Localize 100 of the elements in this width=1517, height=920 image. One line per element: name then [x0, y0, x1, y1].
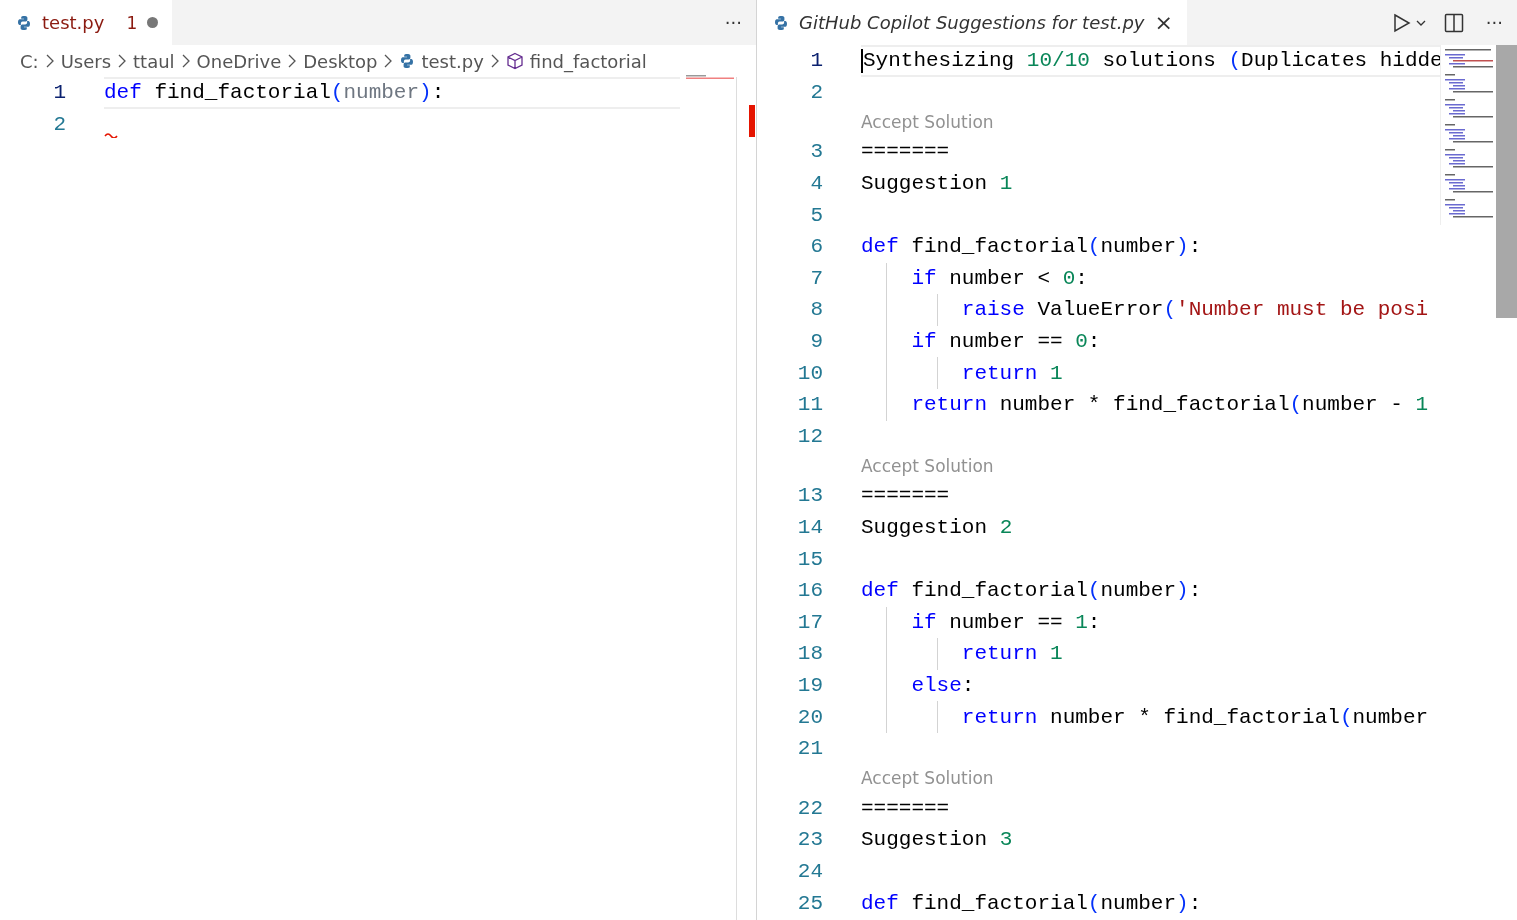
- code-token: if: [911, 610, 937, 634]
- code-token: 1: [999, 172, 1013, 196]
- line-number: 13: [796, 484, 823, 508]
- line-number: 4: [809, 172, 823, 196]
- code-token: number ==: [948, 610, 1064, 634]
- more-actions-button[interactable]: ···: [1471, 0, 1517, 45]
- line-number: 1: [52, 81, 66, 105]
- line-number: 9: [809, 330, 823, 354]
- code-token: 1: [1049, 642, 1063, 666]
- code-token: number <: [948, 266, 1052, 290]
- code-token: 2: [999, 516, 1013, 539]
- code-token: Synthesizing: [863, 49, 1016, 73]
- line-number: 17: [796, 610, 823, 634]
- editor-tab[interactable]: test.py 1: [0, 0, 173, 45]
- line-number: 18: [796, 642, 823, 666]
- code-token: (: [1339, 705, 1353, 729]
- breadcrumb-item[interactable]: test.py: [421, 50, 484, 72]
- code-token: number: [1100, 891, 1177, 915]
- line-number: 1: [809, 49, 823, 73]
- code-token: 'Number must be posi: [1176, 298, 1429, 322]
- code-token: (: [1087, 891, 1101, 915]
- code-token: ): [1176, 891, 1189, 915]
- code-token: number: [1100, 235, 1177, 259]
- code-token: number ==: [948, 330, 1064, 354]
- line-number: 8: [809, 298, 823, 322]
- split-editor-icon[interactable]: [1443, 12, 1464, 33]
- code-token: return: [961, 705, 1038, 729]
- python-icon: [773, 14, 789, 31]
- code-token: (: [1087, 235, 1101, 259]
- line-number: 3: [809, 140, 823, 164]
- code-token: number * find_factorial: [998, 393, 1290, 417]
- line-number: 12: [796, 424, 823, 448]
- text-cursor: [861, 48, 863, 73]
- code-token: 0: [1062, 266, 1076, 290]
- line-number: 7: [809, 266, 823, 290]
- cube-icon: [505, 52, 524, 70]
- code-token: 10/10: [1026, 49, 1090, 73]
- code-token: :: [1087, 610, 1101, 634]
- code-token: 1: [1415, 393, 1429, 417]
- code-token: :: [1188, 891, 1202, 915]
- scrollbar-thumb[interactable]: [1496, 45, 1517, 318]
- code-token: return: [911, 393, 988, 417]
- code-token: 1: [1075, 610, 1088, 634]
- code-token: find_factorial: [910, 579, 1088, 603]
- breadcrumb-item[interactable]: find_factorial: [529, 50, 647, 72]
- breadcrumb-item[interactable]: Desktop: [303, 50, 378, 72]
- line-number: 24: [796, 859, 823, 883]
- run-icon[interactable]: [1391, 12, 1428, 33]
- code-token: ): [1176, 579, 1189, 603]
- code-token: find_factorial: [910, 235, 1088, 259]
- code-token: ): [419, 81, 432, 105]
- code-token: :: [1087, 330, 1101, 354]
- code-token: return: [961, 361, 1038, 385]
- code-token: def: [104, 81, 142, 105]
- chevron-icon: [117, 54, 128, 68]
- code-token: def: [861, 235, 899, 259]
- code-token: (: [1087, 579, 1101, 603]
- line-number: 14: [796, 516, 823, 539]
- breadcrumb-item[interactable]: C:: [20, 50, 39, 72]
- code-token: ): [1176, 235, 1189, 259]
- code-token: ValueError: [1036, 298, 1164, 322]
- code-token: Duplicates hidde: [1241, 49, 1443, 73]
- line-number: 2: [52, 112, 66, 136]
- code-token: find_factorial: [910, 891, 1088, 915]
- code-token: =======: [861, 140, 950, 164]
- line-number: 19: [796, 674, 823, 697]
- chevron-icon: [287, 54, 298, 68]
- breadcrumb-item[interactable]: Users: [60, 50, 112, 72]
- code-token: number: [343, 81, 420, 105]
- code-token: Suggestion: [861, 828, 989, 852]
- line-number: 2: [809, 80, 823, 104]
- code-token: (: [1163, 298, 1177, 322]
- code-token: :: [961, 674, 975, 697]
- line-number: 16: [796, 579, 823, 603]
- line-number: 22: [796, 796, 823, 820]
- code-token: else: [911, 674, 962, 697]
- python-icon: [399, 53, 416, 69]
- code-token: number -: [1302, 393, 1404, 417]
- chevron-icon: [44, 54, 55, 68]
- code-token: =======: [861, 796, 950, 820]
- breadcrumb-item[interactable]: ttaul: [133, 50, 175, 72]
- line-number: 21: [796, 737, 823, 761]
- code-token: :: [1075, 266, 1088, 290]
- line-number: 15: [796, 547, 823, 571]
- code-token: def: [861, 891, 899, 915]
- editor-tab[interactable]: GitHub Copilot Suggestions for test.py ×: [757, 0, 1187, 45]
- code-token: number * find_factorial: [1049, 705, 1340, 729]
- breadcrumb-item[interactable]: OneDrive: [196, 50, 282, 72]
- code-token: :: [1188, 579, 1202, 603]
- chevron-icon: [180, 54, 191, 68]
- unsaved-dot: [147, 17, 159, 28]
- code-token: number: [1100, 579, 1177, 603]
- line-number: 23: [796, 828, 823, 852]
- line-number: 10: [796, 361, 823, 385]
- code-token: :: [1188, 235, 1202, 259]
- code-token: 0: [1075, 330, 1088, 354]
- python-icon: [16, 14, 32, 31]
- more-actions-button[interactable]: ···: [710, 0, 756, 45]
- code-token: solutions: [1101, 49, 1217, 73]
- code-token: if: [911, 266, 937, 290]
